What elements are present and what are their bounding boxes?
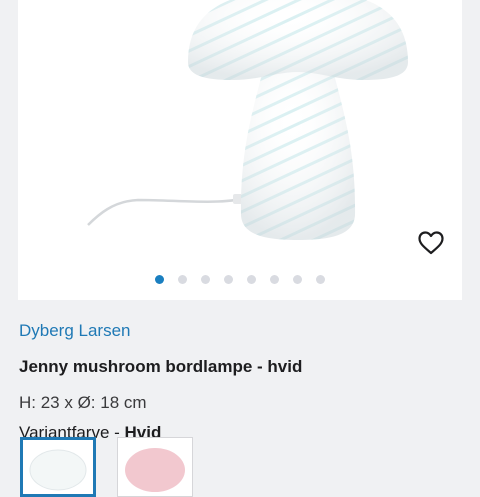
variant-swatch-white[interactable] xyxy=(20,437,96,497)
product-image-card[interactable] xyxy=(18,0,462,300)
heart-outline-icon xyxy=(418,231,444,255)
gallery-dot[interactable] xyxy=(224,274,233,284)
gallery-dot[interactable] xyxy=(201,274,210,284)
gallery-dot[interactable] xyxy=(247,274,256,284)
gallery-dot-active[interactable] xyxy=(155,274,164,284)
gallery-dot[interactable] xyxy=(316,274,325,284)
gallery-pagination xyxy=(18,272,462,286)
lamp-image xyxy=(87,0,408,240)
swatch-lamp-pink-image xyxy=(125,448,185,492)
gallery-dot[interactable] xyxy=(178,274,187,284)
product-title: Jenny mushroom bordlampe - hvid xyxy=(19,357,303,376)
gallery-dot[interactable] xyxy=(270,274,279,284)
gallery-dot[interactable] xyxy=(293,274,302,284)
swatch-lamp-white-image xyxy=(29,449,87,491)
variant-swatch-pink[interactable] xyxy=(117,437,193,497)
favorite-button[interactable] xyxy=(416,228,446,258)
brand-link[interactable]: Dyberg Larsen xyxy=(19,321,131,341)
product-dimensions: H: 23 x Ø: 18 cm xyxy=(19,393,147,412)
